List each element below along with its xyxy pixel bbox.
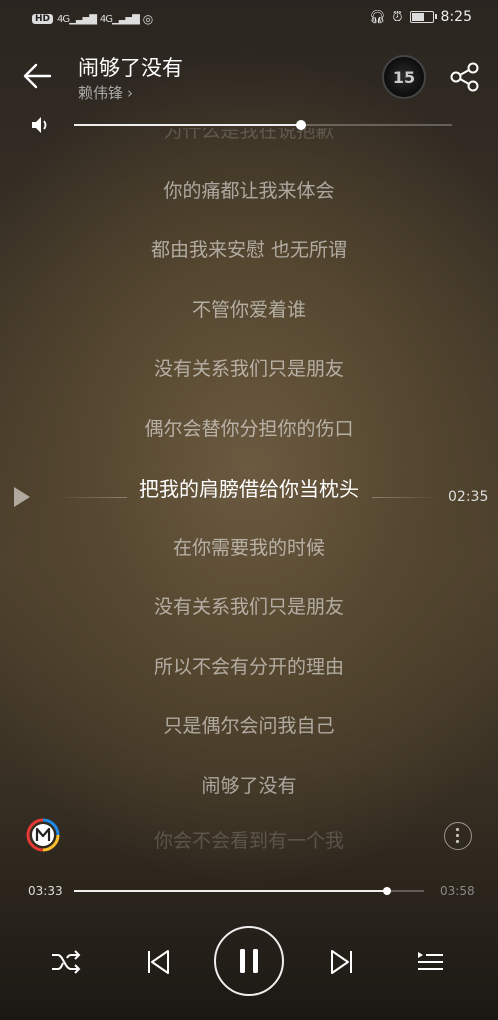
playlist-icon	[418, 952, 443, 970]
more-button[interactable]	[444, 822, 472, 850]
previous-icon	[148, 950, 169, 974]
m-logo-icon	[26, 818, 60, 852]
artist-name: 赖伟锋	[78, 84, 124, 102]
elapsed-time: 03:33	[28, 884, 63, 898]
back-button[interactable]	[20, 58, 56, 94]
lyric-line[interactable]: 都由我来安慰 也无所谓	[0, 235, 498, 262]
signal-1: 4G▁▃▅▇	[57, 13, 97, 25]
lyric-line[interactable]: 为什么是我在说抱歉	[0, 128, 498, 143]
chevron-right-icon: ›	[127, 84, 134, 102]
status-bar: HD 4G▁▃▅▇ 4G▁▃▅▇ ◎ 🎧︎ ⏰︎ 8:25	[0, 0, 498, 38]
avatar-text: 15	[392, 67, 416, 87]
previous-button[interactable]	[138, 942, 178, 982]
next-icon	[331, 950, 352, 974]
volume-slider[interactable]	[74, 120, 452, 130]
current-line-marker-left	[55, 497, 127, 498]
volume-fill	[74, 124, 301, 126]
shuffle-icon	[52, 950, 81, 974]
shuffle-button[interactable]	[46, 942, 86, 982]
current-line-marker-right	[372, 497, 440, 498]
playlist-button[interactable]	[410, 942, 450, 982]
play-icon	[14, 487, 30, 507]
play-from-line-button[interactable]	[11, 486, 33, 508]
album-avatar[interactable]: 15	[382, 55, 426, 99]
lyric-line[interactable]: 你会不会看到有一个我	[0, 826, 498, 853]
lyric-line[interactable]: 偶尔会替你分担你的伤口	[0, 414, 498, 441]
share-button[interactable]	[448, 60, 482, 94]
progress-fill	[74, 890, 388, 892]
current-line-time: 02:35	[448, 489, 489, 505]
lyric-line[interactable]: 没有关系我们只是朋友	[0, 592, 498, 619]
pause-button[interactable]	[214, 926, 284, 996]
arrow-left-icon	[23, 63, 52, 89]
battery-icon	[409, 11, 437, 23]
headphone-icon: 🎧︎	[368, 9, 386, 25]
lyrics-panel[interactable]: 为什么是我在说抱歉你的痛都让我来体会 都由我来安慰 也无所谓 不管你爱着谁 没有关系我…	[0, 128, 498, 858]
total-duration: 03:58	[440, 884, 475, 898]
data-saver-icon: ◎	[142, 12, 154, 26]
next-button[interactable]	[322, 942, 362, 982]
lyric-line[interactable]: 在你需要我的时候	[0, 533, 498, 560]
progress-slider[interactable]	[74, 887, 424, 895]
status-time: 8:25	[440, 9, 472, 25]
share-icon	[450, 62, 479, 92]
lyric-line[interactable]: 没有关系我们只是朋友	[0, 354, 498, 381]
lyric-line[interactable]: 所以不会有分开的理由	[0, 652, 498, 679]
progress-thumb[interactable]	[383, 887, 392, 895]
hd-badge: HD	[32, 14, 54, 24]
pause-icon	[240, 949, 258, 973]
lyric-line[interactable]: 不管你爱着谁	[0, 295, 498, 322]
more-vertical-icon	[455, 827, 460, 844]
artist-link[interactable]: 赖伟锋 ›	[78, 82, 133, 103]
lyric-line[interactable]: 你的痛都让我来体会	[0, 176, 498, 203]
alarm-icon: ⏰︎	[392, 9, 403, 25]
music-app-logo-button[interactable]	[26, 818, 60, 852]
lyric-line[interactable]: 只是偶尔会问我自己	[0, 711, 498, 738]
lyric-line[interactable]: 闹够了没有	[0, 771, 498, 798]
song-title: 闹够了没有	[78, 56, 183, 80]
signal-2: 4G▁▃▅▇	[99, 13, 140, 25]
